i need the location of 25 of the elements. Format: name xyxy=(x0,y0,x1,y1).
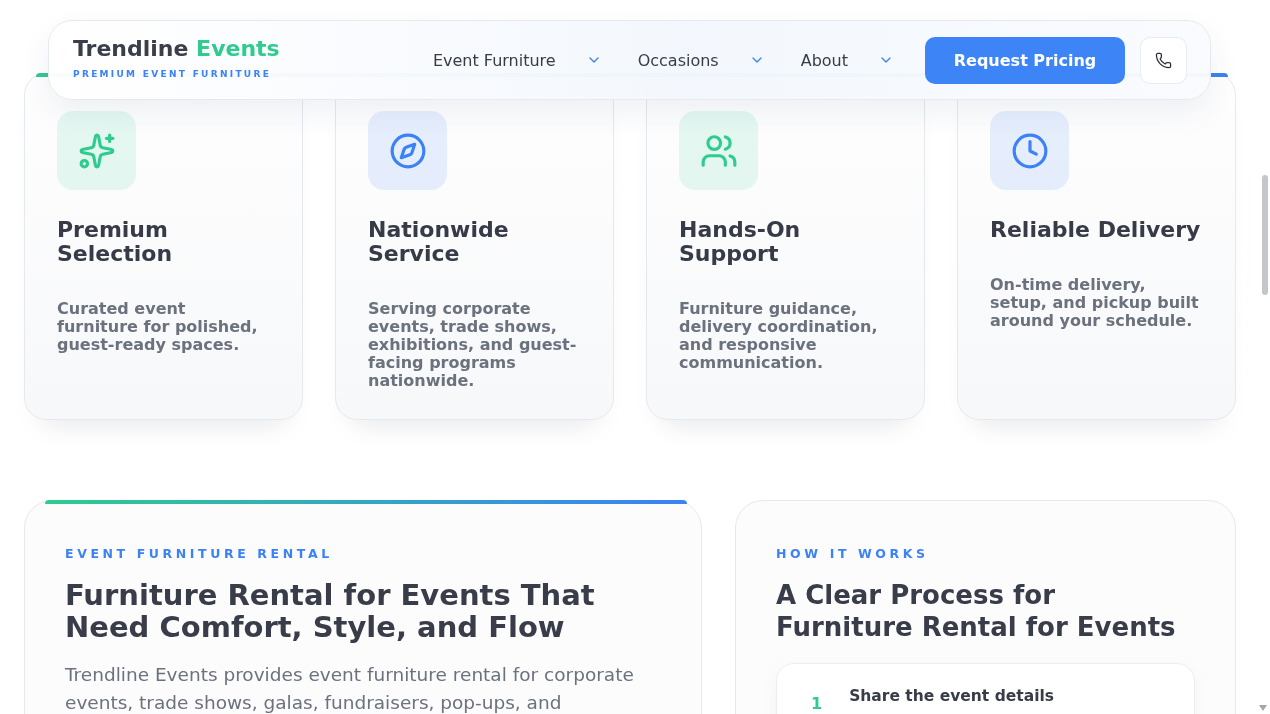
feature-description: On-time delivery, setup, and pickup built around your schedule. xyxy=(990,276,1200,330)
feature-description: Serving corporate events, trade shows, exhibitions, and guest-facing programs nationwide. xyxy=(368,300,578,390)
phone-button[interactable] xyxy=(1140,36,1187,84)
nav-link[interactable]: About xyxy=(800,50,894,70)
section-eyebrow: HOW IT WORKS xyxy=(776,546,930,562)
section-heading: A Clear Process for Furniture Rental for Events xyxy=(776,579,1177,643)
step-number: 1 xyxy=(811,695,823,713)
intro-paragraph: Trendline Events provides event furniture rental for corporate events, trade shows, galas, fundraisers, pop-ups, and xyxy=(65,663,635,714)
feature-description: Curated event furniture for polished, guest-ready spaces. xyxy=(57,300,259,354)
phone-icon xyxy=(1155,51,1172,69)
brand-tagline: PREMIUM EVENT FURNITURE xyxy=(73,69,273,80)
feature-title: Premium Selection xyxy=(57,218,174,266)
section-eyebrow: EVENT FURNITURE RENTAL xyxy=(65,546,334,562)
request-pricing-button[interactable]: Request Pricing xyxy=(925,36,1125,84)
step-title: Share the event details xyxy=(849,686,1054,706)
feature-title: Nationwide Service xyxy=(368,218,510,266)
feature-title: Reliable Delivery xyxy=(990,218,1202,242)
nav-link[interactable]: Event Furniture xyxy=(432,50,602,70)
scrollbar-thumb[interactable] xyxy=(1262,175,1268,295)
scroll-down-arrow-icon[interactable] xyxy=(1259,705,1267,711)
brand-logo[interactable]: Trendline Events xyxy=(73,36,280,62)
nav-link[interactable]: Occasions xyxy=(637,50,765,70)
feature-title: Hands-On Support xyxy=(679,218,802,266)
section-heading: Furniture Rental for Events That Need Comfort, Style, and Flow xyxy=(65,579,596,643)
feature-description: Furniture guidance, delivery coordination, and responsive communication. xyxy=(679,300,879,372)
